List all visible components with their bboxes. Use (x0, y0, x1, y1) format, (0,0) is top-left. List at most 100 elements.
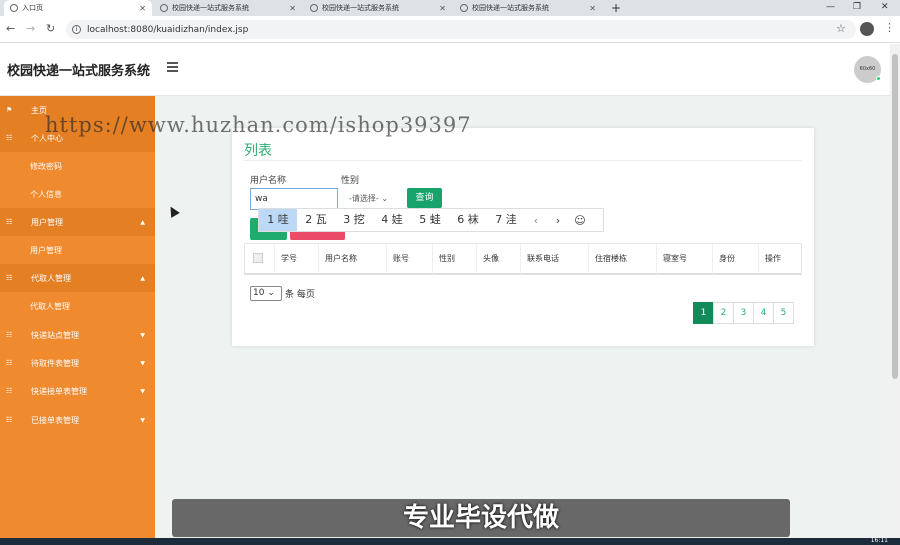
browser-tab-3[interactable]: 校园快递一站式服务系统 ✕ (304, 0, 452, 16)
page-button[interactable]: 5 (773, 302, 794, 324)
ime-candidate[interactable]: 3 挖 (335, 209, 373, 231)
ime-candidate[interactable]: 4 娃 (373, 209, 411, 231)
chevron-down-icon: ⌄ (381, 194, 389, 203)
query-button[interactable]: 查询 (407, 188, 442, 208)
table-header: 学号 用户名称 账号 性别 头像 联系电话 住宿楼栋 寝室号 身份 操作 (244, 243, 802, 275)
gender-select-value: -请选择- (349, 194, 379, 203)
avatar-text: 60x60 (859, 66, 876, 72)
menu-kebab-icon[interactable]: ⋮ (884, 21, 895, 34)
ime-next-icon[interactable]: › (547, 214, 569, 227)
url-text: localhost:8080/kuaidizhan/index.jsp (87, 24, 249, 35)
close-tab-icon[interactable]: ✕ (439, 4, 446, 13)
page-scrollbar[interactable] (890, 44, 900, 538)
sidebar-item-label: 快递站点管理 (31, 330, 79, 340)
browser-tab-2[interactable]: 校园快递一站式服务系统 ✕ (154, 0, 302, 16)
sidebar-item-courier-management[interactable]: ☷ 代取人管理 ▲ (0, 264, 155, 292)
column-header: 学号 (274, 244, 297, 274)
page-size-suffix: 条 每页 (285, 290, 315, 300)
flag-icon: ⚑ (6, 105, 13, 114)
column-header: 住宿楼栋 (588, 244, 627, 274)
grid-icon: ☷ (6, 330, 13, 339)
sidebar: ⚑ 主页 ☷ 个人中心 修改密码 个人信息 ☷ 用户管理 ▲ 用户管理 ☷ 代取… (0, 96, 155, 538)
gender-select[interactable]: -请选择- ⌄ (341, 190, 403, 208)
close-window-icon[interactable]: ✕ (881, 0, 889, 14)
bookmark-star-icon[interactable]: ☆ (836, 22, 846, 35)
column-header: 账号 (386, 244, 409, 274)
sidebar-item-label: 待取件表管理 (31, 358, 79, 368)
globe-icon (310, 4, 318, 12)
minimize-icon[interactable]: — (826, 0, 835, 14)
ime-candidate[interactable]: 6 袜 (449, 209, 487, 231)
ime-candidate[interactable]: 5 蛙 (411, 209, 449, 231)
column-header: 联系电话 (520, 244, 559, 274)
hamburger-menu-icon[interactable] (167, 62, 178, 74)
select-all-checkbox[interactable] (253, 253, 263, 263)
ime-candidate[interactable]: 2 瓦 (297, 209, 335, 231)
restore-icon[interactable]: ❐ (853, 0, 861, 14)
page-button[interactable]: 2 (713, 302, 734, 324)
divider (244, 160, 802, 161)
sidebar-item-label: 代取人管理 (31, 273, 71, 283)
column-header: 头像 (476, 244, 499, 274)
promo-banner: 专业毕设代做 (172, 499, 790, 537)
back-icon[interactable]: ← (6, 23, 15, 35)
page-size-value: 10 (253, 288, 265, 298)
grid-icon: ☷ (6, 217, 13, 226)
sidebar-item-user-management-sub[interactable]: 用户管理 (0, 236, 155, 264)
gender-label: 性别 (341, 176, 360, 186)
username-input[interactable]: wa (250, 188, 338, 210)
page-button[interactable]: 1 (693, 302, 714, 324)
pagination: 1 2 3 4 5 (693, 302, 794, 324)
app-header: 校园快递一站式服务系统 60x60 (0, 44, 890, 96)
account-icon[interactable] (860, 22, 874, 36)
info-icon[interactable]: i (72, 25, 81, 34)
tab-label: 校园快递一站式服务系统 (172, 4, 249, 12)
page-size-select[interactable]: 10 ⌄ (250, 286, 282, 301)
card-title: 列表 (244, 143, 272, 159)
page-button[interactable]: 3 (733, 302, 754, 324)
chevron-down-icon: ▼ (140, 359, 145, 367)
ime-candidate[interactable]: 7 洼 (487, 209, 525, 231)
close-tab-icon[interactable]: ✕ (589, 4, 596, 13)
sidebar-item-station-management[interactable]: ☷ 快递站点管理 ▼ (0, 321, 155, 349)
browser-tab-4[interactable]: 校园快递一站式服务系统 ✕ (454, 0, 602, 16)
address-bar-row: ← → ↻ i localhost:8080/kuaidizhan/index.… (0, 16, 900, 43)
username-label: 用户名称 (250, 176, 287, 186)
new-tab-icon[interactable]: + (611, 0, 621, 16)
avatar[interactable]: 60x60 (854, 56, 881, 83)
emoji-icon[interactable]: ☺ (569, 214, 591, 227)
globe-icon (460, 4, 468, 12)
ime-candidate[interactable]: 1 哇 (259, 209, 297, 231)
url-field[interactable]: i localhost:8080/kuaidizhan/index.jsp (66, 20, 856, 39)
sidebar-item-courier-management-sub[interactable]: 代取人管理 (0, 292, 155, 320)
browser-tab-1[interactable]: 入口页 ✕ (4, 0, 152, 16)
chevron-down-icon: ▼ (140, 387, 145, 395)
sidebar-item-order-accept-management[interactable]: ☷ 快递接单表管理 ▼ (0, 377, 155, 405)
chevron-down-icon: ▼ (140, 416, 145, 424)
ime-prev-icon[interactable]: ‹ (525, 214, 547, 227)
sidebar-item-accepted-management[interactable]: ☷ 已接单表管理 ▼ (0, 406, 155, 434)
chevron-down-icon: ▼ (140, 331, 145, 339)
page-size-control: 10 ⌄ 条 每页 (250, 286, 315, 301)
close-tab-icon[interactable]: ✕ (139, 4, 146, 13)
ime-candidate-bar: 1 哇 2 瓦 3 挖 4 娃 5 蛙 6 袜 7 洼 ‹ › ☺ (258, 208, 604, 232)
tab-label: 校园快递一站式服务系统 (472, 4, 549, 12)
sidebar-item-user-management[interactable]: ☷ 用户管理 ▲ (0, 208, 155, 236)
chevron-up-icon: ▲ (140, 218, 145, 226)
sidebar-item-label: 个人信息 (30, 189, 62, 199)
grid-icon: ☷ (6, 386, 13, 395)
scrollbar-thumb[interactable] (892, 54, 898, 379)
column-header: 操作 (758, 244, 781, 274)
page-button[interactable]: 4 (753, 302, 774, 324)
column-header: 性别 (432, 244, 455, 274)
close-tab-icon[interactable]: ✕ (289, 4, 296, 13)
sidebar-item-change-password[interactable]: 修改密码 (0, 152, 155, 180)
sidebar-item-personal-info[interactable]: 个人信息 (0, 180, 155, 208)
reload-icon[interactable]: ↻ (46, 23, 55, 35)
forward-icon[interactable]: → (26, 23, 35, 35)
sidebar-item-label: 已接单表管理 (31, 415, 79, 425)
taskbar-clock: 16:11 (870, 537, 888, 544)
grid-icon: ☷ (6, 133, 13, 142)
sidebar-item-pickup-management[interactable]: ☷ 待取件表管理 ▼ (0, 349, 155, 377)
column-header: 身份 (712, 244, 735, 274)
